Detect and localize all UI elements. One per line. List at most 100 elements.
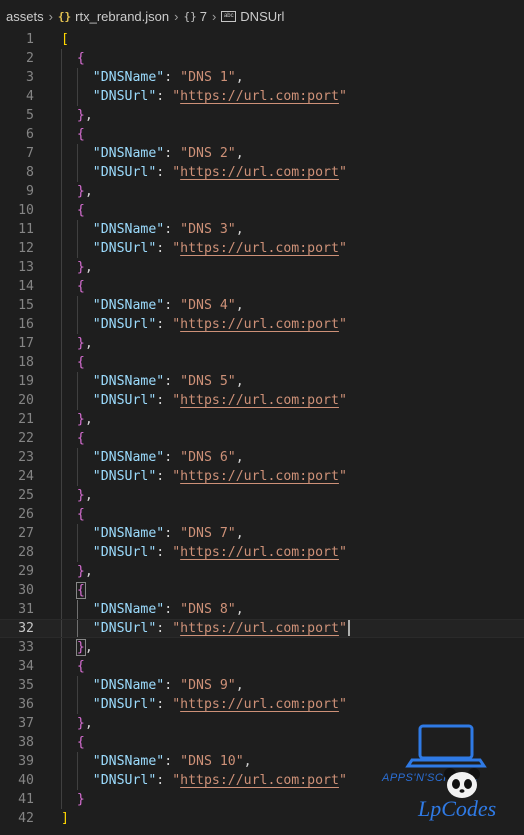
code-line[interactable]: 2 { bbox=[0, 49, 524, 68]
code-line[interactable]: 26 { bbox=[0, 505, 524, 524]
code-line[interactable]: 14 { bbox=[0, 277, 524, 296]
line-number: 31 bbox=[18, 602, 34, 617]
line-number: 9 bbox=[26, 184, 34, 199]
code-line[interactable]: 4 "DNSUrl": "https://url.com:port" bbox=[0, 87, 524, 106]
code-editor[interactable]: 1[2 {3 "DNSName": "DNS 1", 4 "DNSUrl": "h… bbox=[0, 30, 524, 828]
breadcrumb-object[interactable]: {} 7 bbox=[183, 9, 206, 24]
breadcrumb-object-label: 7 bbox=[199, 8, 207, 24]
chevron-right-icon: › bbox=[174, 8, 179, 24]
code-text: "DNSUrl": "https://url.com:port" bbox=[92, 545, 347, 560]
code-line[interactable]: 19 "DNSName": "DNS 5", bbox=[0, 372, 524, 391]
code-line[interactable]: 27 "DNSName": "DNS 7", bbox=[0, 524, 524, 543]
breadcrumb-file[interactable]: {} rtx_rebrand.json bbox=[58, 9, 169, 24]
object-icon: {} bbox=[183, 9, 197, 23]
line-number: 1 bbox=[26, 32, 34, 47]
code-line[interactable]: 34 { bbox=[0, 657, 524, 676]
line-number: 2 bbox=[26, 51, 34, 66]
code-text: }, bbox=[76, 336, 93, 351]
code-text: }, bbox=[76, 488, 93, 503]
code-line[interactable]: 23 "DNSName": "DNS 6", bbox=[0, 448, 524, 467]
code-line[interactable]: 24 "DNSUrl": "https://url.com:port" bbox=[0, 467, 524, 486]
code-text: { bbox=[76, 279, 85, 294]
code-text: { bbox=[76, 51, 85, 66]
breadcrumb: assets › {} rtx_rebrand.json › {} 7 › ab… bbox=[0, 0, 524, 32]
code-line[interactable]: 20 "DNSUrl": "https://url.com:port" bbox=[0, 391, 524, 410]
code-text: "DNSUrl": "https://url.com:port" bbox=[92, 393, 347, 408]
line-number: 28 bbox=[18, 545, 34, 560]
code-line[interactable]: 17 }, bbox=[0, 334, 524, 353]
breadcrumb-folder[interactable]: assets bbox=[6, 9, 44, 24]
code-line[interactable]: 21 }, bbox=[0, 410, 524, 429]
code-text: "DNSName": "DNS 2", bbox=[92, 146, 244, 161]
line-number: 12 bbox=[18, 241, 34, 256]
line-number: 32 bbox=[18, 621, 34, 636]
line-number: 5 bbox=[26, 108, 34, 123]
line-number: 33 bbox=[18, 640, 34, 655]
code-text: { bbox=[76, 355, 85, 370]
line-number: 10 bbox=[18, 203, 34, 218]
code-line[interactable]: 31 "DNSName": "DNS 8", bbox=[0, 600, 524, 619]
code-line[interactable]: 36 "DNSUrl": "https://url.com:port" bbox=[0, 695, 524, 714]
line-number: 42 bbox=[18, 811, 34, 826]
line-number: 8 bbox=[26, 165, 34, 180]
code-line[interactable]: 7 "DNSName": "DNS 2", bbox=[0, 144, 524, 163]
breadcrumb-file-label: rtx_rebrand.json bbox=[75, 8, 170, 24]
line-number: 13 bbox=[18, 260, 34, 275]
code-line[interactable]: 10 { bbox=[0, 201, 524, 220]
code-line[interactable]: 35 "DNSName": "DNS 9", bbox=[0, 676, 524, 695]
code-line[interactable]: 33 }, bbox=[0, 638, 524, 657]
line-number: 24 bbox=[18, 469, 34, 484]
breadcrumb-property[interactable]: abc DNSUrl bbox=[221, 9, 284, 24]
code-line[interactable]: 22 { bbox=[0, 429, 524, 448]
code-line[interactable]: 18 { bbox=[0, 353, 524, 372]
line-number: 41 bbox=[18, 792, 34, 807]
code-text: }, bbox=[76, 260, 93, 275]
code-text: }, bbox=[76, 716, 93, 731]
code-line[interactable]: 11 "DNSName": "DNS 3", bbox=[0, 220, 524, 239]
code-line[interactable]: 30 { bbox=[0, 581, 524, 600]
line-number: 40 bbox=[18, 773, 34, 788]
code-text: "DNSName": "DNS 9", bbox=[92, 678, 244, 693]
line-number: 39 bbox=[18, 754, 34, 769]
code-line[interactable]: 28 "DNSUrl": "https://url.com:port" bbox=[0, 543, 524, 562]
line-number: 3 bbox=[26, 70, 34, 85]
code-text: "DNSUrl": "https://url.com:port" bbox=[92, 89, 347, 104]
code-text: }, bbox=[76, 564, 93, 579]
line-number: 6 bbox=[26, 127, 34, 142]
code-line[interactable]: 8 "DNSUrl": "https://url.com:port" bbox=[0, 163, 524, 182]
code-line[interactable]: 5 }, bbox=[0, 106, 524, 125]
code-line[interactable]: 3 "DNSName": "DNS 1", bbox=[0, 68, 524, 87]
line-number: 18 bbox=[18, 355, 34, 370]
string-property-icon: abc bbox=[221, 10, 237, 22]
code-line[interactable]: 16 "DNSUrl": "https://url.com:port" bbox=[0, 315, 524, 334]
code-line[interactable]: 6 { bbox=[0, 125, 524, 144]
code-text: "DNSName": "DNS 1", bbox=[92, 70, 244, 85]
line-number: 22 bbox=[18, 431, 34, 446]
code-text: }, bbox=[76, 412, 93, 427]
code-text: "DNSName": "DNS 3", bbox=[92, 222, 244, 237]
laptop-icon bbox=[405, 724, 487, 768]
line-number: 20 bbox=[18, 393, 34, 408]
code-line[interactable]: 29 }, bbox=[0, 562, 524, 581]
code-text: [ bbox=[61, 32, 69, 47]
line-number: 21 bbox=[18, 412, 34, 427]
code-line[interactable]: 15 "DNSName": "DNS 4", bbox=[0, 296, 524, 315]
code-text: "DNSName": "DNS 6", bbox=[92, 450, 244, 465]
code-line[interactable]: 9 }, bbox=[0, 182, 524, 201]
code-text: "DNSName": "DNS 8", bbox=[92, 602, 244, 617]
code-text: "DNSUrl": "https://url.com:port" bbox=[92, 241, 347, 256]
code-text: { bbox=[76, 735, 85, 750]
code-text: "DNSUrl": "https://url.com:port" bbox=[61, 620, 350, 637]
code-line[interactable]: 1[ bbox=[0, 30, 524, 49]
line-number: 11 bbox=[18, 222, 34, 237]
code-line[interactable]: 32 "DNSUrl": "https://url.com:port" bbox=[0, 619, 524, 638]
panda-icon bbox=[444, 768, 480, 798]
code-line[interactable]: 25 }, bbox=[0, 486, 524, 505]
code-text: ] bbox=[61, 811, 69, 826]
code-text: "DNSName": "DNS 4", bbox=[92, 298, 244, 313]
code-text: "DNSUrl": "https://url.com:port" bbox=[92, 469, 347, 484]
line-number: 36 bbox=[18, 697, 34, 712]
code-line[interactable]: 13 }, bbox=[0, 258, 524, 277]
code-text: "DNSUrl": "https://url.com:port" bbox=[92, 317, 347, 332]
code-line[interactable]: 12 "DNSUrl": "https://url.com:port" bbox=[0, 239, 524, 258]
